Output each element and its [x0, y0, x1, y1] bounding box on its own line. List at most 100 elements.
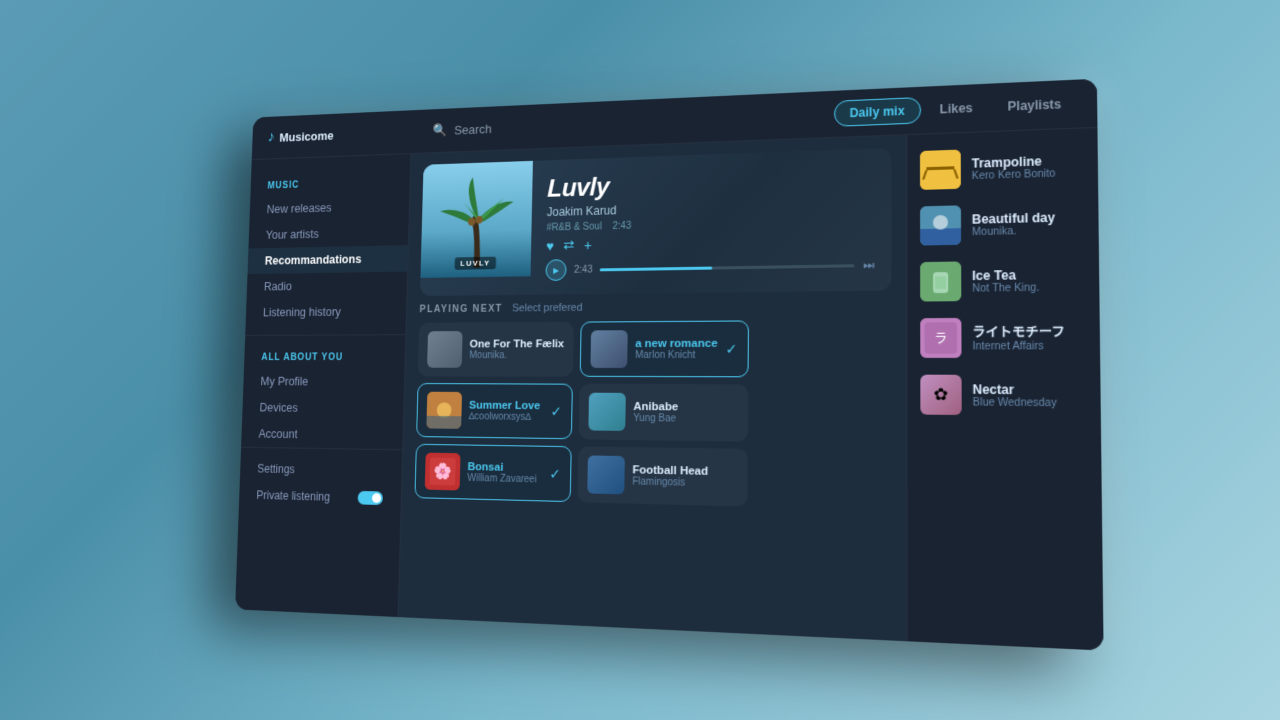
check-icon: ✓ — [549, 465, 561, 482]
playing-next-header: PLAYING NEXT Select prefered — [419, 299, 891, 315]
sidebar-item-radio[interactable]: Radio — [247, 272, 408, 300]
mix-info-beautiful-day: Beautiful day Mounika. — [972, 209, 1085, 238]
search-placeholder: Search — [454, 121, 492, 137]
track-card-title: Bonsai — [467, 461, 542, 474]
progress-section: ▶ 2:43 ⏭ — [545, 254, 874, 281]
mix-info-trampoline: Trampoline Kero Kero Bonito — [972, 152, 1085, 182]
sidebar-item-recommendations[interactable]: Recommandations — [248, 245, 408, 274]
mix-artist: Not The King. — [972, 281, 1086, 294]
skip-icon[interactable]: ⏭ — [863, 257, 874, 273]
progress-bar[interactable] — [600, 264, 854, 271]
mix-thumb-nectar: ✿ — [920, 375, 961, 415]
track-card-info: Football Head Flamingosis — [632, 464, 737, 490]
track-genre: #R&B & Soul — [546, 221, 602, 233]
mix-artist: Mounika. — [972, 224, 1085, 238]
check-icon: ✓ — [725, 340, 737, 357]
track-card-one-for-the-faelix[interactable]: One For The Fælix Mounika. — [418, 322, 574, 377]
track-duration: 2:43 — [612, 221, 631, 232]
playing-next-label: PLAYING NEXT — [419, 303, 502, 314]
sidebar-bottom: Settings Private listening — [239, 447, 402, 513]
mix-item-raito-motif[interactable]: ラ ライトモチーフ Internet Affairs — [907, 308, 1100, 366]
sidebar-section-about-you: ALL ABOUT YOU — [244, 345, 405, 369]
tab-playlists[interactable]: Playlists — [992, 91, 1077, 119]
track-thumb-bonsai: 🌸 — [425, 453, 461, 491]
check-icon: ✓ — [550, 403, 561, 420]
logo-icon: ♪ — [267, 129, 274, 146]
track-thumb-one-for-the-faelix — [427, 331, 463, 368]
sidebar-item-listening-history[interactable]: Listening history — [246, 298, 407, 326]
sidebar: MUSIC New releases Your artists Recomman… — [235, 154, 411, 617]
tab-daily-mix[interactable]: Daily mix — [834, 97, 921, 127]
sidebar-item-devices[interactable]: Devices — [242, 394, 404, 422]
top-tabs: Daily mix Likes Playlists — [834, 90, 1077, 127]
mix-artist: Internet Affairs — [972, 341, 1086, 353]
track-card-artist: Marlon Knicht — [635, 349, 717, 360]
track-card-info: Anibabe Yung Bae — [633, 400, 738, 424]
right-panel: LUVLY Luvly Joakim Karud #R&B & Soul 2:4… — [398, 135, 906, 641]
mix-info-nectar: Nectar Blue Wednesday — [973, 382, 1087, 409]
sidebar-item-new-releases[interactable]: New releases — [249, 192, 409, 222]
current-time: 2:43 — [574, 264, 593, 275]
mix-info-ice-tea: Ice Tea Not The King. — [972, 266, 1086, 294]
sidebar-item-account[interactable]: Account — [241, 421, 403, 450]
private-listening-label: Private listening — [256, 488, 330, 503]
spacer — [755, 319, 891, 443]
track-card-info: a new romance Marlon Knicht — [635, 337, 718, 360]
mix-item-nectar[interactable]: ✿ Nectar Blue Wednesday — [907, 366, 1101, 425]
logo: ♪ Musicome — [267, 123, 423, 146]
tracks-grid: One For The Fælix Mounika. a new romance… — [414, 319, 891, 510]
track-card-bonsai[interactable]: 🌸 Bonsai William Zavareei ✓ — [414, 444, 571, 502]
album-cover: LUVLY — [420, 161, 532, 278]
track-thumb-summer-love — [426, 392, 462, 429]
track-card-title: a new romance — [635, 337, 717, 349]
mix-info-raito-motif: ライトモチーフ Internet Affairs — [972, 322, 1086, 352]
sidebar-item-my-profile[interactable]: My Profile — [243, 368, 404, 395]
mix-thumb-beautiful-day — [920, 205, 961, 245]
search-icon: 🔍 — [432, 123, 447, 139]
heart-icon[interactable]: ♥ — [546, 238, 554, 254]
play-button[interactable]: ▶ — [545, 259, 566, 281]
track-card-info: One For The Fælix Mounika. — [469, 338, 564, 361]
progress-fill — [600, 266, 712, 271]
mix-item-ice-tea[interactable]: Ice Tea Not The King. — [907, 251, 1099, 310]
tab-likes[interactable]: Likes — [925, 95, 988, 122]
track-card-info: Bonsai William Zavareei — [467, 461, 542, 485]
main-content: MUSIC New releases Your artists Recomman… — [235, 128, 1103, 651]
share-icon[interactable]: ⇄ — [563, 237, 574, 254]
track-thumb-a-new-romance — [590, 330, 627, 368]
track-thumb-football-head — [587, 455, 625, 494]
private-listening-row: Private listening — [239, 481, 401, 512]
sidebar-divider — [245, 334, 405, 336]
mix-thumb-trampoline — [920, 150, 961, 190]
track-card-title: Summer Love — [469, 399, 543, 411]
sidebar-item-settings[interactable]: Settings — [240, 455, 402, 485]
track-card-title: One For The Fælix — [470, 338, 565, 350]
mix-thumb-raito-motif: ラ — [920, 318, 961, 358]
mix-item-trampoline[interactable]: Trampoline Kero Kero Bonito — [907, 136, 1098, 198]
search-bar[interactable]: 🔍 Search — [423, 106, 834, 139]
now-playing-info: Luvly Joakim Karud #R&B & Soul 2:43 ♥ ⇄ … — [530, 148, 891, 295]
track-card-title: Anibabe — [633, 400, 738, 413]
track-card-artist: William Zavareei — [467, 472, 542, 484]
mix-item-beautiful-day[interactable]: Beautiful day Mounika. — [907, 193, 1099, 254]
daily-mix-list: Trampoline Kero Kero Bonito Beautiful da… — [906, 128, 1103, 651]
track-card-anibabe[interactable]: Anibabe Yung Bae — [579, 384, 749, 442]
track-card-football-head[interactable]: Football Head Flamingosis — [577, 446, 747, 506]
track-card-artist: ∆coolworxsys∆ — [469, 411, 543, 423]
mix-artist: Blue Wednesday — [973, 397, 1087, 410]
track-card-summer-love[interactable]: Summer Love ∆coolworxsys∆ ✓ — [416, 383, 573, 439]
app-window: ♪ Musicome 🔍 Search Daily mix Likes Play… — [235, 79, 1103, 651]
now-playing-card: LUVLY Luvly Joakim Karud #R&B & Soul 2:4… — [420, 148, 891, 296]
track-card-artist: Mounika. — [469, 350, 564, 361]
private-listening-toggle[interactable] — [358, 491, 383, 505]
add-icon[interactable]: + — [584, 237, 592, 253]
mix-title: Nectar — [973, 382, 1087, 398]
app-name: Musicome — [279, 128, 334, 144]
track-card-artist: Yung Bae — [633, 412, 738, 424]
perspective-container: ♪ Musicome 🔍 Search Daily mix Likes Play… — [0, 0, 1280, 720]
track-card-info: Summer Love ∆coolworxsys∆ — [469, 399, 544, 422]
sidebar-item-your-artists[interactable]: Your artists — [248, 219, 408, 249]
svg-text:ラ: ラ — [934, 332, 947, 347]
track-card-a-new-romance[interactable]: a new romance Marlon Knicht ✓ — [580, 320, 749, 377]
mix-thumb-ice-tea — [920, 261, 961, 301]
